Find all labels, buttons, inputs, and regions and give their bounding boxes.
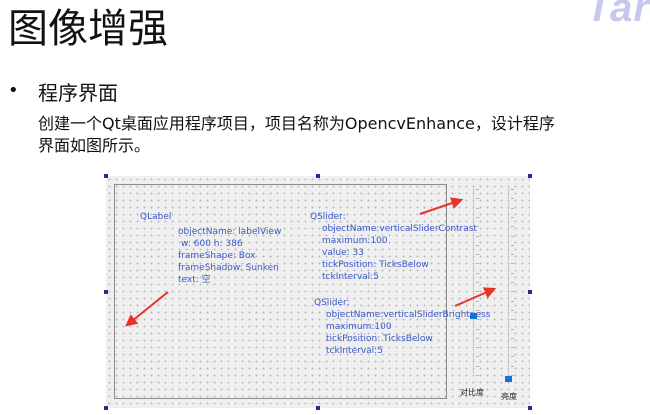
contrast-label: 对比度 bbox=[460, 388, 484, 397]
slider-tick bbox=[476, 319, 479, 321]
selection-handle[interactable] bbox=[104, 406, 108, 410]
selection-handle[interactable] bbox=[528, 290, 532, 294]
slider-tick bbox=[511, 244, 514, 246]
selection-handle[interactable] bbox=[104, 174, 108, 178]
annotation-title: QSlider: bbox=[310, 212, 346, 222]
brightness-slider-handle[interactable] bbox=[505, 376, 512, 382]
slider-tick bbox=[476, 244, 479, 246]
slider-tick bbox=[511, 309, 514, 311]
brightness-slider-annotation: QSlider: objectName:verticalSliderBright… bbox=[314, 297, 490, 357]
annotation-line: frameShape: Box bbox=[178, 251, 256, 261]
slider-tick bbox=[476, 337, 479, 339]
slider-tick bbox=[476, 328, 479, 330]
annotation-line: w: 600 h: 386 bbox=[181, 239, 243, 249]
contrast-slider-annotation: QSlider: objectName:verticalSliderContra… bbox=[310, 211, 477, 283]
slider-tick bbox=[476, 263, 479, 265]
slider-tick bbox=[511, 198, 514, 200]
slider-tick bbox=[511, 356, 514, 358]
slider-tick bbox=[476, 216, 479, 218]
description-line: 创建一个Qt桌面应用程序项目，项目名称为OpencvEnhance，设计程序 bbox=[38, 114, 555, 133]
slider-tick bbox=[511, 337, 514, 339]
slider-tick bbox=[511, 189, 514, 190]
slider-tick bbox=[511, 207, 514, 209]
slider-tick bbox=[511, 291, 514, 293]
contrast-slider[interactable] bbox=[473, 186, 474, 374]
slider-tick bbox=[476, 365, 479, 367]
slider-tick bbox=[511, 235, 514, 237]
annotation-line: maximum:100 bbox=[326, 322, 392, 332]
description-line: 界面如图所示。 bbox=[38, 136, 151, 155]
slider-tick bbox=[476, 309, 479, 311]
slider-tick bbox=[476, 291, 479, 293]
brightness-slider[interactable] bbox=[508, 186, 509, 374]
slider-tick bbox=[511, 254, 514, 256]
slider-tick bbox=[476, 189, 479, 190]
bullet-marker: • bbox=[8, 80, 19, 101]
slider-tick bbox=[511, 272, 514, 274]
slider-tick bbox=[476, 300, 479, 302]
slider-tick bbox=[511, 216, 514, 218]
annotation-line: tckInterval:5 bbox=[322, 272, 379, 282]
description-text: 创建一个Qt桌面应用程序项目，项目名称为OpencvEnhance，设计程序 界… bbox=[38, 113, 644, 155]
annotation-title: QLabel bbox=[140, 212, 172, 222]
slider-tick bbox=[511, 226, 514, 228]
slider-tick bbox=[511, 300, 514, 302]
selection-handle[interactable] bbox=[316, 174, 320, 178]
slider-tick bbox=[511, 263, 514, 265]
slider-tick bbox=[511, 282, 514, 283]
annotation-line: maximum:100 bbox=[322, 236, 388, 246]
annotation-line: tickPosition: TicksBelow bbox=[322, 260, 429, 270]
slider-tick bbox=[476, 375, 479, 376]
selection-handle[interactable] bbox=[104, 290, 108, 294]
brand-watermark: Tar bbox=[586, 0, 650, 30]
slider-tick bbox=[476, 207, 479, 209]
selection-handle[interactable] bbox=[316, 406, 320, 410]
slider-tick bbox=[511, 328, 514, 330]
slider-tick bbox=[511, 347, 514, 349]
slider-tick bbox=[511, 319, 514, 321]
qlabel-annotation: QLabel objectName: labelView w: 600 h: 3… bbox=[140, 211, 281, 286]
page-title: 图像增强 bbox=[8, 6, 168, 52]
slider-tick bbox=[476, 272, 479, 274]
brightness-label: 亮度 bbox=[501, 392, 517, 401]
slider-tick bbox=[511, 375, 514, 376]
slider-tick bbox=[476, 226, 479, 228]
annotation-line: tckInterval:5 bbox=[326, 346, 383, 356]
section-heading: 程序界面 bbox=[38, 81, 118, 105]
annotation-line: value: 33 bbox=[322, 248, 364, 258]
annotation-line: tickPosition: TicksBelow bbox=[326, 334, 433, 344]
slider-tick bbox=[476, 235, 479, 237]
selection-handle[interactable] bbox=[528, 406, 532, 410]
annotation-line: objectName: labelView bbox=[178, 227, 282, 237]
slider-tick bbox=[476, 282, 479, 283]
slider-tick bbox=[476, 356, 479, 358]
annotation-line: text: 空 bbox=[178, 275, 211, 285]
annotation-line: frameShadow: Sunken bbox=[178, 263, 279, 273]
slider-tick bbox=[476, 347, 479, 349]
annotation-title: QSlider: bbox=[314, 298, 350, 308]
selection-handle[interactable] bbox=[528, 174, 532, 178]
slider-tick bbox=[511, 365, 514, 367]
slider-tick bbox=[476, 254, 479, 256]
slider-tick bbox=[476, 198, 479, 200]
annotation-line: objectName:verticalSliderBrightness bbox=[326, 310, 491, 320]
annotation-line: objectName:verticalSliderContrast bbox=[322, 224, 477, 234]
